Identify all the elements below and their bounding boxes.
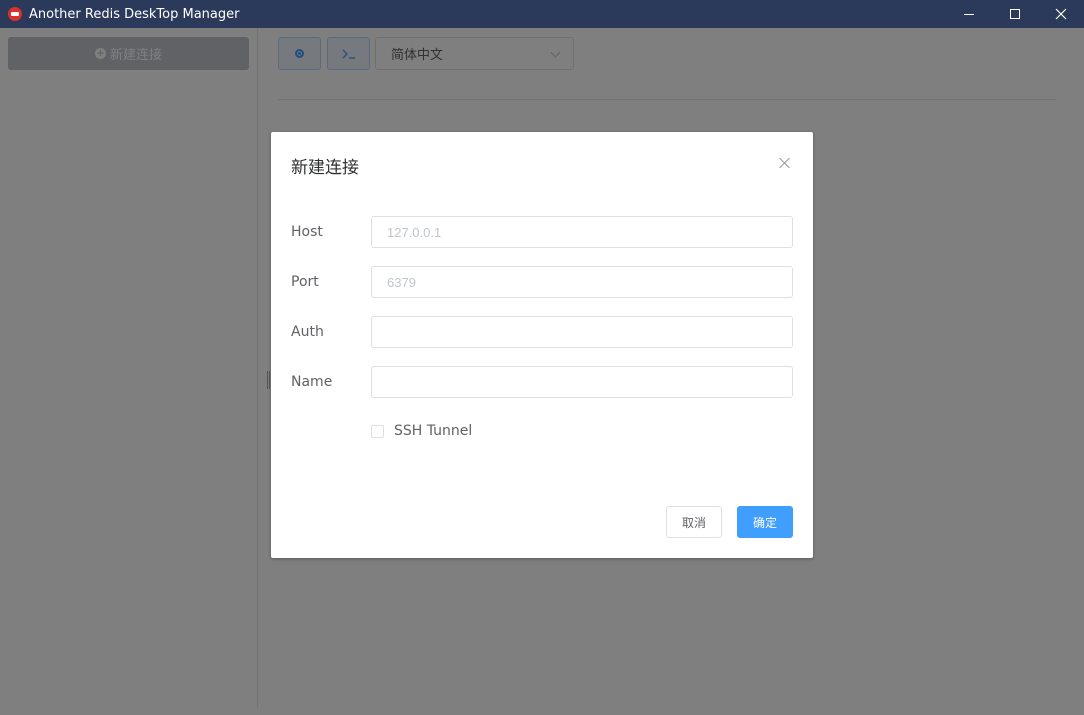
redis-logo-icon (8, 7, 22, 21)
dialog-title: 新建连接 (291, 158, 359, 178)
ssh-tunnel-checkbox[interactable] (371, 424, 384, 438)
name-label: Name (291, 374, 333, 390)
maximize-icon (1010, 9, 1020, 19)
ssh-tunnel-label: SSH Tunnel (394, 423, 473, 439)
close-window-button[interactable] (1038, 0, 1084, 28)
ssh-tunnel-option[interactable]: SSH Tunnel (371, 423, 472, 439)
port-label: Port (291, 274, 319, 290)
minimize-icon (964, 13, 974, 15)
maximize-button[interactable] (992, 0, 1038, 28)
close-icon (1055, 8, 1067, 20)
host-label: Host (291, 224, 323, 240)
title-bar: Another Redis DeskTop Manager (0, 0, 1084, 28)
name-input[interactable] (371, 366, 793, 398)
close-icon[interactable] (776, 154, 794, 172)
auth-input[interactable] (371, 316, 793, 348)
minimize-button[interactable] (946, 0, 992, 28)
host-input[interactable] (371, 216, 793, 248)
window-title: Another Redis DeskTop Manager (29, 6, 240, 22)
port-input[interactable] (371, 266, 793, 298)
auth-label: Auth (291, 324, 324, 340)
cancel-button[interactable]: 取消 (666, 506, 722, 538)
confirm-button[interactable]: 确定 (737, 506, 793, 538)
new-connection-dialog: 新建连接 Host Port Auth Name SSH Tunnel 取消 确… (271, 132, 813, 558)
